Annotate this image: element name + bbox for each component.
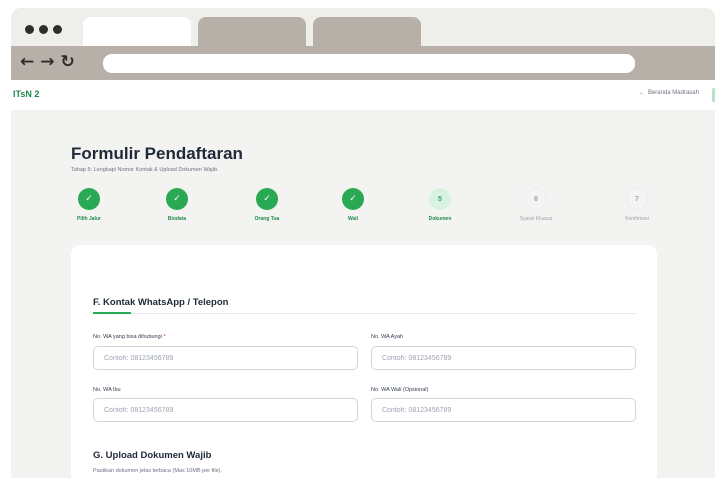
check-icon: ✓ [78, 188, 100, 210]
wa-father-input[interactable] [371, 346, 636, 370]
step-orang-tua[interactable]: ✓ Orang Tua [237, 188, 297, 222]
window-maximize-dot[interactable] [53, 25, 62, 34]
wa-guardian-label: No. WA Wali (Opsional) [371, 387, 429, 393]
step-syarat-khusus[interactable]: 6 Syarat Khusus [506, 188, 566, 222]
step-label: Biodata [167, 216, 187, 222]
address-bar[interactable] [103, 54, 635, 73]
step-dokumen[interactable]: 5 Dokumen [410, 188, 470, 222]
wa-mother-input[interactable] [93, 398, 358, 422]
page-content: ITsN 2 ← Beranda Madrasah Formulir Pendaf… [11, 80, 715, 478]
home-link[interactable]: ← Beranda Madrasah [639, 90, 699, 96]
browser-tab[interactable] [198, 17, 306, 46]
back-arrow-icon[interactable]: ← [20, 52, 34, 72]
browser-titlebar [11, 8, 715, 46]
step-label: Syarat Khusus [519, 216, 553, 222]
window-minimize-dot[interactable] [39, 25, 48, 34]
browser-toolbar: ← → ↻ [11, 46, 715, 80]
wa-student-input[interactable] [93, 346, 358, 370]
wa-mother-label: No. WA Ibu [93, 387, 121, 393]
home-link-label: Beranda Madrasah [647, 90, 699, 96]
section-accent-bar [93, 312, 131, 314]
step-label: Pilih Jalur [77, 216, 101, 222]
site-header: ITsN 2 ← Beranda Madrasah [11, 80, 715, 110]
page-subtitle: Tahap 5: Lengkapi Nomor Kontak & Upload … [71, 167, 219, 173]
section-divider [93, 312, 636, 314]
window-close-dot[interactable] [25, 25, 34, 34]
browser-tab-active[interactable] [83, 17, 191, 46]
step-number: 6 [525, 188, 547, 210]
reload-icon[interactable]: ↻ [61, 52, 75, 72]
browser-tab[interactable] [313, 17, 421, 46]
site-logo[interactable]: ITsN 2 [13, 89, 39, 99]
forward-arrow-icon[interactable]: → [40, 52, 54, 72]
step-wali[interactable]: ✓ Wali [323, 188, 383, 222]
check-icon: ✓ [256, 188, 278, 210]
wa-student-label: No. WA yang bisa dihubungi * [93, 334, 166, 340]
step-label: Orang Tua [254, 216, 280, 222]
wa-guardian-input[interactable] [371, 398, 636, 422]
required-marker: * [163, 334, 166, 340]
check-icon: ✓ [342, 188, 364, 210]
arrow-left-icon: ← [638, 90, 645, 96]
check-icon: ✓ [166, 188, 188, 210]
step-label: Wali [347, 216, 359, 222]
page-title: Formulir Pendaftaran [71, 144, 243, 163]
section-title-contact: F. Kontak WhatsApp / Telepon [93, 297, 229, 308]
section-title-upload: G. Upload Dokumen Wajib [93, 450, 212, 461]
window-controls [25, 25, 62, 34]
wa-father-label: No. WA Ayah [371, 334, 404, 340]
step-number: 7 [626, 188, 648, 210]
step-number: 5 [429, 188, 451, 210]
step-label: Konfirmasi [625, 216, 649, 222]
step-biodata[interactable]: ✓ Biodata [147, 188, 207, 222]
field-label-text: No. WA yang bisa dihubungi [93, 334, 162, 340]
step-label: Dokumen [428, 216, 452, 222]
form-card: F. Kontak WhatsApp / Telepon No. WA yang… [71, 245, 657, 478]
step-pilih-jalur[interactable]: ✓ Pilih Jalur [59, 188, 119, 222]
browser-window: ← → ↻ ITsN 2 ← Beranda Madrasah Formulir … [11, 8, 715, 478]
section-description: Pastikan dokumen jelas terbaca (Max 10MB… [93, 468, 223, 474]
step-konfirmasi[interactable]: 7 Konfirmasi [607, 188, 667, 222]
progress-stepper: ✓ Pilih Jalur ✓ Biodata ✓ Orang Tua ✓ Wa… [11, 188, 715, 228]
